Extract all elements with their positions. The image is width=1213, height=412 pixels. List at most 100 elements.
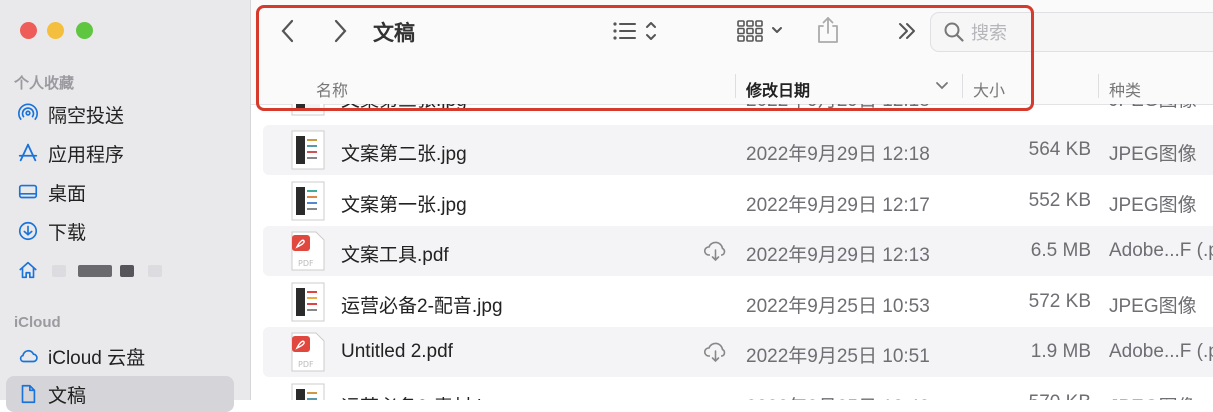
file-kind: JPEG图像: [1109, 195, 1197, 216]
sidebar-item-label: 下载: [48, 222, 87, 244]
redacted-username: [52, 265, 66, 277]
pdf-thumb-label: PDF: [298, 360, 314, 369]
sidebar-item-desktop[interactable]: 桌面: [6, 174, 234, 210]
file-kind: JPEG图像: [1109, 296, 1197, 317]
minimize-window-button[interactable]: [47, 22, 64, 39]
file-row[interactable]: 文案第二张.jpg 2022年9月29日 12:18 564 KB JPEG图像: [263, 125, 1213, 175]
sidebar-item-label: 应用程序: [48, 144, 125, 166]
search-placeholder: 搜索: [971, 23, 1007, 43]
sidebar-item-applications[interactable]: 应用程序: [6, 135, 234, 171]
file-size: 572 KB: [1028, 291, 1091, 312]
column-name[interactable]: 名称: [316, 77, 348, 101]
column-divider[interactable]: [1098, 74, 1099, 98]
redacted-username: [120, 265, 134, 277]
file-name: 文案第一张.jpg: [341, 195, 467, 216]
file-row[interactable]: 运营必备2-素材.jpg 2022年9月25日 10:49 570 KB JPE…: [263, 378, 1213, 400]
view-options-button[interactable]: [609, 17, 663, 45]
column-size[interactable]: 大小: [973, 77, 1005, 101]
forward-button[interactable]: [325, 16, 355, 46]
download-icon: [16, 219, 40, 243]
chevron-left-icon: [281, 19, 294, 43]
file-name: 文案第三张.jpg: [341, 104, 467, 112]
file-name: 运营必备2-配音.jpg: [341, 296, 503, 317]
grid-icon: [737, 20, 782, 42]
column-header: 名称 修改日期 大小 种类: [251, 68, 1213, 105]
zoom-window-button[interactable]: [76, 22, 93, 39]
pdf-thumbnail-icon: PDF: [291, 231, 325, 271]
file-size: 564 KB: [1028, 139, 1091, 160]
sort-chevron-down-icon[interactable]: [935, 81, 949, 91]
file-size: 570 KB: [983, 392, 1091, 400]
sidebar-item-downloads[interactable]: 下载: [6, 213, 234, 249]
file-kind: JPEG图像: [1109, 392, 1197, 400]
file-name: 文案第二张.jpg: [341, 144, 467, 165]
chevron-right-icon: [334, 19, 347, 43]
applications-icon: [16, 141, 40, 165]
cloud-download-icon[interactable]: [703, 341, 729, 363]
file-size: 1.9 MB: [1030, 341, 1091, 362]
column-divider[interactable]: [735, 74, 736, 98]
redacted-username: [78, 265, 112, 277]
jpg-thumbnail-icon: [291, 130, 325, 170]
redacted-username: [148, 265, 162, 277]
file-row[interactable]: PDF 文案工具.pdf 2022年9月29日 12:13 6.5 MB Ado…: [263, 226, 1213, 276]
file-size: 552 KB: [1028, 190, 1091, 211]
file-date: 2022年9月25日 10:49: [746, 392, 930, 400]
file-list: 文案第三张.jpg 2022年9月29日 12:18 JPEG图像 文案第二张.…: [251, 104, 1213, 400]
window-title: 文稿: [373, 22, 415, 45]
file-name: Untitled 2.pdf: [341, 341, 453, 362]
sidebar-item-label: 文稿: [48, 385, 87, 407]
sidebar-item-documents[interactable]: 文稿: [6, 376, 234, 412]
icloud-header: iCloud: [14, 314, 61, 331]
sidebar: 个人收藏 隔空投送 应用程序 桌面 下载 iCloud iCloud 云盘 文稿: [0, 0, 251, 412]
close-window-button[interactable]: [20, 22, 37, 39]
file-size: 6.5 MB: [1030, 240, 1091, 261]
file-row[interactable]: 运营必备2-配音.jpg 2022年9月25日 10:53 572 KB JPE…: [263, 277, 1213, 327]
jpg-thumbnail-icon: [291, 383, 325, 400]
file-date: 2022年9月29日 12:13: [746, 245, 930, 266]
file-date: 2022年9月29日 12:18: [746, 104, 930, 112]
sidebar-item-label: 桌面: [48, 183, 87, 205]
sidebar-item-label: iCloud 云盘: [48, 347, 146, 369]
file-date: 2022年9月25日 10:53: [746, 296, 930, 317]
file-date: 2022年9月29日 12:18: [746, 144, 930, 165]
file-kind: Adobe...F (.p: [1109, 240, 1213, 261]
file-row[interactable]: 文案第一张.jpg 2022年9月29日 12:17 552 KB JPEG图像: [263, 176, 1213, 226]
list-view-icon: [613, 22, 656, 40]
file-row[interactable]: PDF Untitled 2.pdf 2022年9月25日 10:51 1.9 …: [263, 327, 1213, 377]
sidebar-item-label: 隔空投送: [48, 105, 125, 127]
sidebar-item-airdrop[interactable]: 隔空投送: [6, 96, 234, 132]
group-button[interactable]: [735, 17, 789, 45]
pdf-thumb-label: PDF: [298, 259, 314, 268]
share-icon: [818, 17, 838, 43]
favorites-header: 个人收藏: [14, 75, 75, 92]
file-row[interactable]: 文案第三张.jpg 2022年9月29日 12:18 JPEG图像: [263, 104, 1213, 121]
cloud-icon: [16, 344, 40, 368]
file-kind: JPEG图像: [1109, 144, 1197, 165]
column-date[interactable]: 修改日期: [746, 77, 810, 101]
share-button[interactable]: [813, 14, 843, 46]
document-icon: [16, 382, 40, 406]
file-name: 运营必备2-素材.jpg: [341, 392, 503, 400]
search-field[interactable]: 搜索: [930, 12, 1213, 52]
cloud-download-icon[interactable]: [703, 240, 729, 262]
sidebar-item-icloud-drive[interactable]: iCloud 云盘: [6, 338, 234, 374]
file-date: 2022年9月25日 10:51: [746, 346, 930, 367]
column-divider[interactable]: [962, 74, 963, 98]
jpg-thumbnail-icon: [291, 282, 325, 322]
home-icon: [16, 258, 40, 282]
back-button[interactable]: [273, 16, 303, 46]
file-kind: Adobe...F (.p: [1109, 341, 1213, 362]
column-kind[interactable]: 种类: [1109, 77, 1141, 101]
file-kind: JPEG图像: [1109, 104, 1197, 112]
airdrop-icon: [16, 102, 40, 126]
jpg-thumbnail-icon: [291, 104, 325, 116]
file-date: 2022年9月29日 12:17: [746, 195, 930, 216]
more-toolbar-button[interactable]: [893, 18, 921, 44]
file-name: 文案工具.pdf: [341, 245, 449, 266]
double-chevron-right-icon: [899, 23, 915, 39]
search-icon: [944, 22, 964, 42]
desktop-icon: [16, 180, 40, 204]
jpg-thumbnail-icon: [291, 181, 325, 221]
pdf-thumbnail-icon: PDF: [291, 332, 325, 372]
